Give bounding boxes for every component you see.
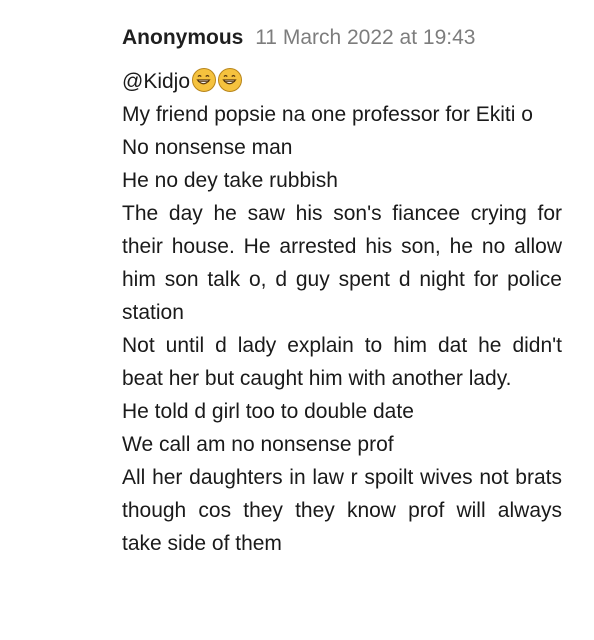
mention-line: @Kidjo [122, 65, 562, 98]
comment-paragraph: All her daughters in law r spoilt wives … [122, 466, 562, 555]
comment-header: Anonymous 11 March 2022 at 19:43 [122, 22, 562, 54]
comment-paragraph: We call am no nonsense prof [122, 433, 394, 456]
page: Anonymous 11 March 2022 at 19:43 @Kidjo [0, 0, 594, 640]
comment-body: @Kidjo My friend popsie na one professor… [122, 65, 562, 560]
grinning-face-emoji-icon [192, 68, 217, 92]
comment-timestamp[interactable]: 11 March 2022 at 19:43 [255, 26, 475, 49]
comment-paragraph: He told d girl too to double date [122, 400, 414, 423]
comment-author[interactable]: Anonymous [122, 26, 243, 49]
comment-paragraph: Not until d lady explain to him dat he d… [122, 334, 562, 390]
comment-paragraph: He no dey take rubbish [122, 169, 338, 192]
grinning-face-emoji-icon [218, 68, 243, 92]
comment-paragraph: The day he saw his son's fiancee crying … [122, 202, 562, 324]
mention: @Kidjo [122, 70, 191, 93]
comment-paragraph: No nonsense man [122, 136, 293, 159]
comment-paragraph: My friend popsie na one professor for Ek… [122, 103, 533, 126]
comment: Anonymous 11 March 2022 at 19:43 @Kidjo [122, 22, 562, 560]
